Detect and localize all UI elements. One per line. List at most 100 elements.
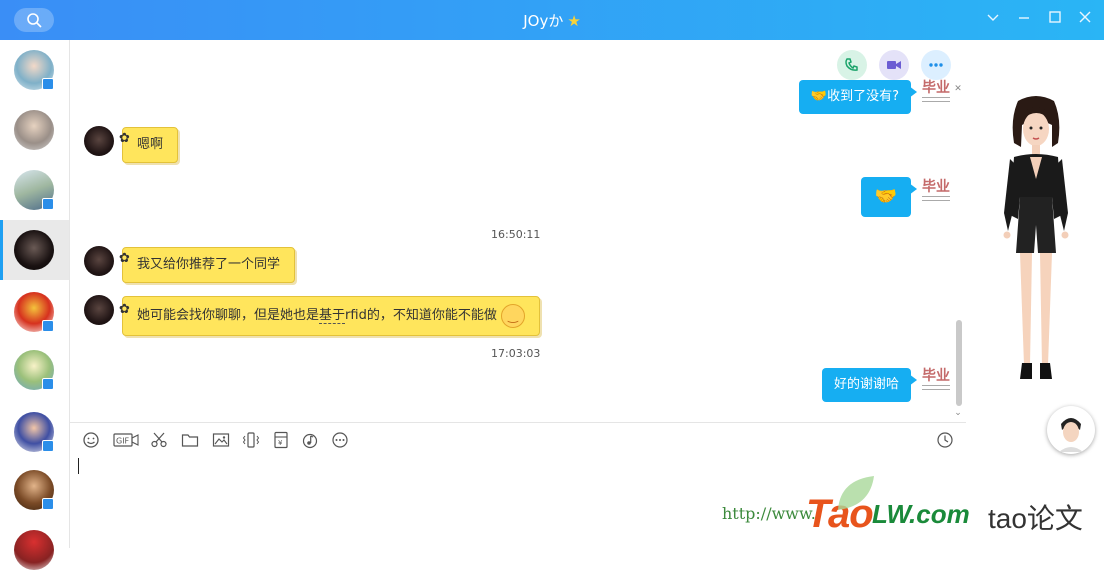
maximize-button[interactable] [1045,10,1065,30]
title-bar: JOyか ★ [0,0,1104,40]
close-button[interactable] [1075,10,1095,30]
contact-avatar-small[interactable] [84,126,114,156]
contact-avatar-small[interactable] [84,295,114,325]
emoji-button[interactable] [82,431,102,451]
chevron-down-icon [987,14,999,21]
red-packet-button[interactable]: ¥ [272,431,292,451]
voice-call-button[interactable] [837,50,867,80]
more-tools-button[interactable] [331,431,351,451]
message-bubble-other[interactable]: ✿ 她可能会找你聊聊，但是她也是基于rfid的，不知道你能不能做 ‿ [119,296,540,336]
bubble-tail [909,183,917,195]
handshake-emoji-icon: 🤝 [810,89,828,104]
video-call-button[interactable] [879,50,909,80]
message-text: 收到了没有? [827,89,899,104]
watermark-logo-text: tao论文 [988,503,1083,534]
message-bubble-self[interactable]: 好的谢谢哈 [821,368,917,402]
contact-avatar-7[interactable] [14,412,54,452]
screenshot-button[interactable] [150,431,170,451]
more-dots-icon [929,63,943,67]
device-badge [42,440,54,452]
contact-avatar-3[interactable] [14,170,54,210]
gif-icon: GIF [113,433,139,447]
scroll-down-arrow[interactable]: ⌄ [953,408,963,418]
contact-avatar-1[interactable] [14,50,54,90]
star-icon: ★ [567,12,581,30]
highlighted-keyword[interactable]: 基于 [319,308,346,324]
chat-scrollbar[interactable] [956,320,962,406]
text-caret [78,458,79,474]
contact-avatar-9[interactable] [14,530,54,570]
close-icon [1079,11,1091,23]
message-text: 她可能会找你聊聊，但是她也是 [137,308,320,323]
message-timestamp: 16:50:11 [491,228,541,241]
self-avatar-stamp[interactable]: 毕业 [920,78,952,106]
svg-text:¥: ¥ [278,439,283,447]
message-bubble-other[interactable]: ✿ 嗯啊 [119,127,179,163]
dropdown-button[interactable] [983,10,1003,30]
contact-avatar-small[interactable] [84,246,114,276]
flower-decoration-icon: ✿ [119,251,130,266]
contact-avatar-5[interactable] [14,292,54,332]
self-avatar-stamp[interactable]: 毕业 [920,177,952,205]
message-text: 我又给你推荐了一个同学 [137,257,281,272]
window-title: JOyか ★ [0,10,1104,31]
emoji-icon [83,432,99,448]
message-bubble-self[interactable]: 🤝 [860,177,917,217]
watermark: http://www. Tao LW.com tao论文 [722,476,1102,546]
avatar-figure-illustration[interactable] [996,95,1076,400]
shake-window-button[interactable] [242,431,262,451]
message-text: 好的谢谢哈 [833,377,899,392]
active-contact-indicator [0,220,3,280]
watermark-logo-lw: LW.com [872,499,970,529]
watermark-url: http://www. [722,504,816,523]
minimize-icon [1019,17,1029,19]
svg-text:GIF: GIF [116,437,130,446]
flower-decoration-icon: ✿ [119,131,130,146]
image-icon [212,433,230,447]
show-panel [966,40,1104,548]
device-badge [42,320,54,332]
handshake-emoji-icon: 🤝 [874,186,897,207]
video-camera-icon [887,61,901,69]
bubble-tail [909,374,917,386]
send-file-button[interactable] [181,431,201,451]
message-bubble-self[interactable]: 🤝收到了没有? [798,80,917,114]
self-avatar-illustration [1059,418,1083,452]
device-badge [42,198,54,210]
bubble-tail [909,86,917,98]
scroll-up-arrow[interactable]: ✕ [953,84,963,94]
input-toolbar: GIF ¥ [70,422,966,459]
flower-decoration-icon: ✿ [119,302,130,317]
scissors-icon [151,432,167,448]
device-badge [42,78,54,90]
red-packet-icon: ¥ [274,431,288,449]
history-icon [937,432,953,448]
message-text: 嗯啊 [137,137,164,152]
self-avatar-stamp[interactable]: 毕业 [920,366,952,394]
chat-history-button[interactable] [936,431,956,451]
contact-avatar-8[interactable] [14,470,54,510]
message-text: rfid的，不知道你能不能做 [345,308,497,323]
more-icon [332,432,348,448]
message-timestamp: 17:03:03 [491,347,541,360]
message-bubble-other[interactable]: ✿ 我又给你推荐了一个同学 [119,247,296,283]
gif-button[interactable]: GIF [113,431,139,451]
chat-panel: 🤝收到了没有? 毕业 ✕ ✿ 嗯啊 🤝 毕业 16:50:11 ✿ 我又给你推荐… [70,40,966,422]
phone-icon [845,58,858,71]
shake-icon [242,432,260,448]
contact-avatar-4[interactable] [14,230,54,270]
music-button[interactable] [301,431,321,451]
chat-actions [837,50,951,80]
folder-icon [181,434,199,447]
maximize-icon [1049,11,1061,23]
minimize-button[interactable] [1014,10,1034,30]
send-image-button[interactable] [212,431,232,451]
more-actions-button[interactable] [921,50,951,80]
self-avatar-thumbnail[interactable] [1047,406,1095,454]
device-badge [42,378,54,390]
contact-avatar-2[interactable] [14,110,54,150]
contact-sidebar [0,40,70,570]
music-icon [302,433,318,449]
contact-avatar-6[interactable] [14,350,54,390]
smile-emoji-icon: ‿ [500,303,525,328]
